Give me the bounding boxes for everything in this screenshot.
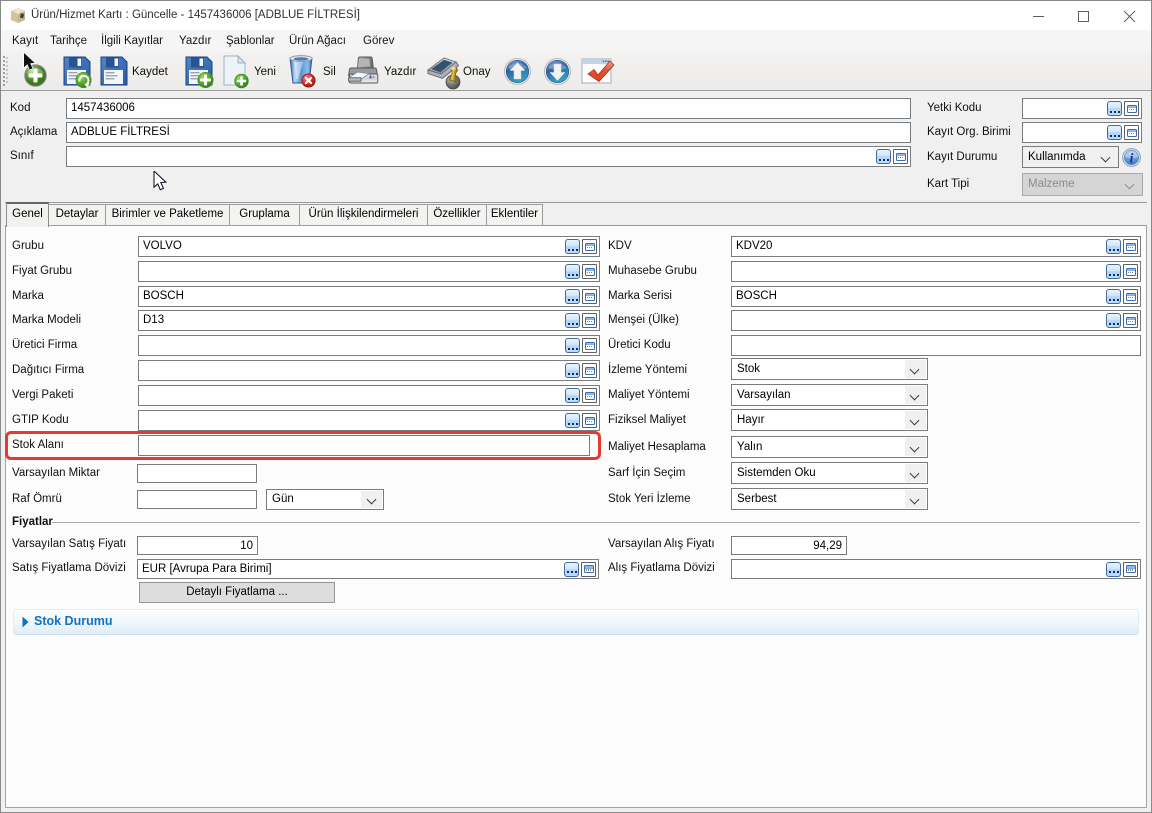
svg-text:i: i xyxy=(1130,151,1134,166)
